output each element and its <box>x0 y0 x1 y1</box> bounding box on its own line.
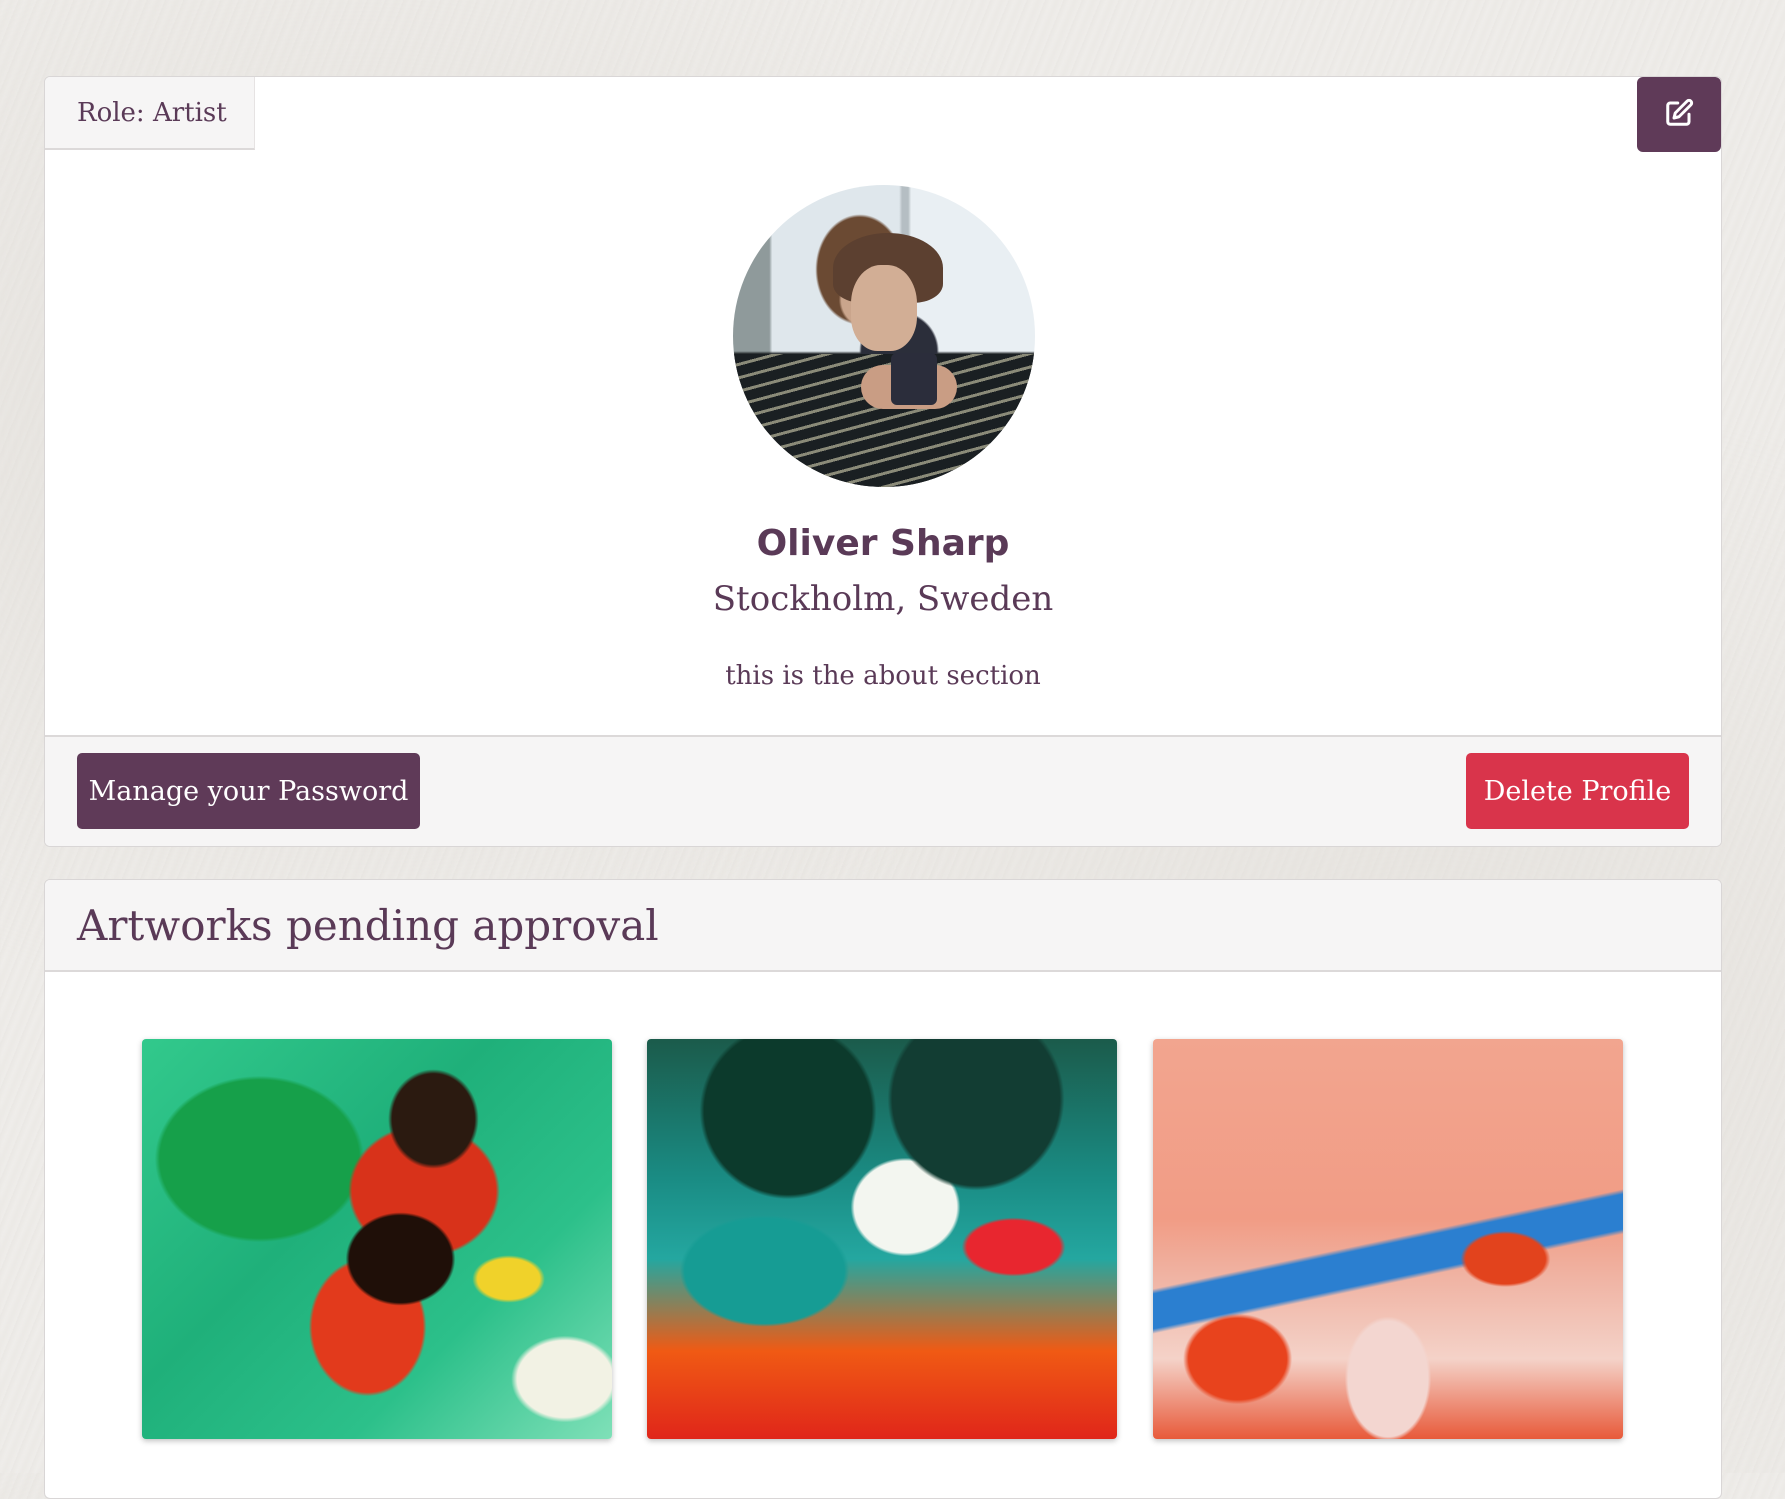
artworks-heading: Artworks pending approval <box>45 880 1721 972</box>
artworks-card: Artworks pending approval <box>44 879 1722 1499</box>
artwork-thumbnail[interactable] <box>647 1039 1117 1439</box>
role-label: Role: Artist <box>77 97 227 128</box>
delete-profile-button[interactable]: Delete Profile <box>1466 753 1689 829</box>
artwork-thumbnail[interactable] <box>142 1039 612 1439</box>
role-tab: Role: Artist <box>45 77 255 150</box>
avatar <box>733 185 1035 487</box>
profile-name: Oliver Sharp <box>756 523 1010 564</box>
artwork-thumbnail[interactable] <box>1153 1039 1623 1439</box>
profile-footer: Manage your Password Delete Profile <box>45 735 1721 846</box>
profile-about: this is the about section <box>725 661 1041 691</box>
profile-card: Role: Artist Oliver Sharp Stockholm, Swe… <box>44 76 1722 847</box>
manage-password-button[interactable]: Manage your Password <box>77 753 420 829</box>
edit-profile-button[interactable] <box>1637 77 1721 152</box>
edit-icon <box>1664 98 1694 131</box>
profile-location: Stockholm, Sweden <box>712 579 1054 619</box>
